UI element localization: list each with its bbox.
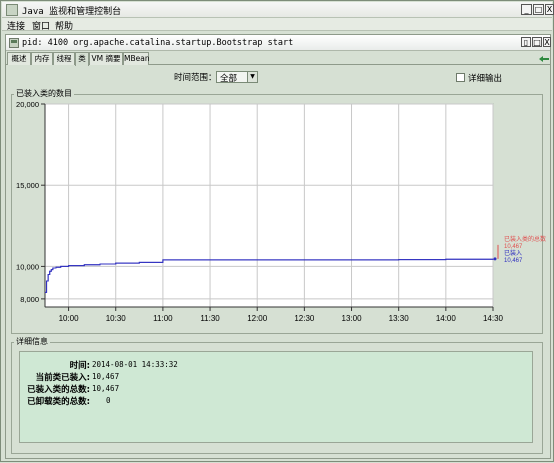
detail-unloaded-value: 0 bbox=[106, 396, 111, 405]
x-tick-label: 12:00 bbox=[247, 314, 268, 323]
plot-area bbox=[44, 103, 494, 308]
detail-current-loaded-value: 10,467 bbox=[92, 372, 120, 381]
detail-total-loaded-label: 已装入类的总数: bbox=[27, 385, 90, 395]
legend-loaded-value: 10,467 bbox=[504, 258, 523, 264]
detail-time-label: 时间: bbox=[69, 361, 90, 371]
x-tick-label: 10:30 bbox=[106, 314, 127, 323]
legend-marker bbox=[493, 257, 497, 261]
x-tick-label: 12:30 bbox=[294, 314, 315, 323]
x-tick-label: 14:30 bbox=[483, 314, 504, 323]
y-tick-label: 15,000 bbox=[16, 181, 39, 190]
details-group-label: 详细信息 bbox=[14, 336, 50, 347]
main-window: Java 监视和管理控制台 _ □ X 连接 窗口 帮助 pid: 4100 o… bbox=[0, 0, 554, 462]
detail-total-loaded-value: 10,467 bbox=[92, 384, 120, 393]
x-tick-label: 11:30 bbox=[200, 314, 220, 323]
x-tick-label: 14:00 bbox=[436, 314, 457, 323]
details-panel: 时间: 2014-08-01 14:33:32 当前类已装入: 10,467 已… bbox=[19, 351, 533, 443]
detail-unloaded-label: 已卸载类的总数: bbox=[27, 397, 90, 407]
legend-loaded-name: 已装入 bbox=[504, 249, 522, 257]
y-tick-label: 10,000 bbox=[16, 262, 39, 271]
x-tick-label: 13:00 bbox=[342, 314, 363, 323]
detail-current-loaded-label: 当前类已装入: bbox=[35, 373, 90, 383]
x-tick-label: 13:30 bbox=[389, 314, 410, 323]
y-tick-label: 8,000 bbox=[20, 295, 39, 304]
x-tick-label: 11:00 bbox=[153, 314, 173, 323]
y-tick-label: 20,000 bbox=[16, 100, 39, 109]
legend-total-value: 10,467 bbox=[504, 244, 523, 250]
x-tick-label: 10:00 bbox=[59, 314, 80, 323]
detail-time-value: 2014-08-01 14:33:32 bbox=[92, 360, 178, 369]
legend-total-name: 已装入类的总数 bbox=[504, 235, 546, 243]
